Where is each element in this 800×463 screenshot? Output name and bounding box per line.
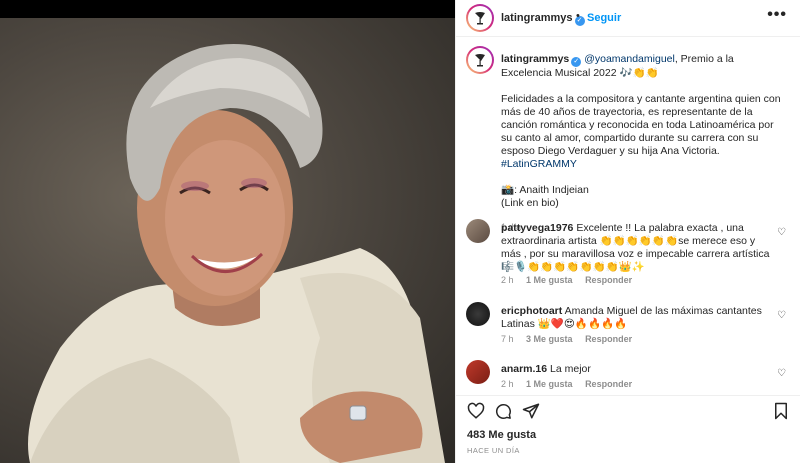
- header-username-text[interactable]: latingrammys: [501, 12, 573, 24]
- comment-like-heart-icon[interactable]: ♡: [777, 227, 786, 238]
- header-separator: •: [576, 10, 580, 22]
- post-age[interactable]: HACE UN DÍA: [467, 446, 520, 455]
- gramophone-icon: [475, 54, 485, 67]
- caption-text: latingrammys ✓ @yoamandamiguel, Premio a …: [501, 53, 781, 234]
- comment-time[interactable]: 2 h: [501, 275, 514, 285]
- comment-meta: 2 h 1 Me gusta Responder: [501, 275, 642, 285]
- comment-username[interactable]: anarm.16: [501, 363, 547, 375]
- comment-body: La mejor: [550, 363, 591, 375]
- verified-badge-icon: ✓: [571, 57, 582, 67]
- more-options-button[interactable]: •••: [767, 6, 787, 24]
- comment-like-heart-icon[interactable]: ♡: [777, 368, 786, 379]
- post-photo[interactable]: [0, 0, 455, 463]
- post-side-panel: latingrammys ✓ • Seguir ••• latingrammys ✓…: [455, 0, 800, 463]
- reply-button[interactable]: Responder: [585, 379, 632, 389]
- commenter-avatar[interactable]: [466, 360, 490, 384]
- reply-button[interactable]: Responder: [585, 275, 632, 285]
- comment-icon[interactable]: [494, 402, 512, 420]
- action-bar: [456, 395, 800, 425]
- post-header: latingrammys ✓ • Seguir •••: [456, 0, 800, 37]
- comment-meta: 7 h 3 Me gusta Responder: [501, 334, 642, 344]
- gramophone-icon: [475, 12, 485, 25]
- caption-avatar[interactable]: [466, 46, 494, 74]
- share-icon[interactable]: [522, 402, 540, 420]
- follow-button[interactable]: Seguir: [587, 12, 621, 24]
- likes-count[interactable]: 483 Me gusta: [467, 429, 536, 441]
- comment-username[interactable]: pattyvega1976: [501, 222, 573, 234]
- portrait-image: [0, 18, 455, 463]
- comment-likes[interactable]: 1 Me gusta: [526, 275, 573, 285]
- comment-text: anarm.16 La mejor: [501, 363, 771, 376]
- comment-likes[interactable]: 1 Me gusta: [526, 379, 573, 389]
- photo-top-bar: [0, 0, 455, 18]
- reply-button[interactable]: Responder: [585, 334, 632, 344]
- header-username[interactable]: latingrammys ✓: [501, 12, 585, 26]
- comment-time[interactable]: 2 h: [501, 379, 514, 389]
- caption-credit: 📸: Anaith Indjeian: [501, 184, 589, 196]
- comment-text: pattyvega1976 Excelente !! La palabra ex…: [501, 222, 771, 274]
- comment-meta: 2 h 1 Me gusta Responder: [501, 379, 642, 389]
- commenter-avatar[interactable]: [466, 302, 490, 326]
- like-heart-icon[interactable]: [467, 402, 485, 420]
- comment-username[interactable]: ericphotoart: [501, 305, 562, 317]
- latingrammys-avatar[interactable]: [466, 4, 494, 32]
- save-bookmark-icon[interactable]: [772, 402, 790, 420]
- caption-body: Felicidades a la compositora y cantante …: [501, 93, 781, 157]
- caption-hashtag[interactable]: #LatinGRAMMY: [501, 158, 577, 170]
- commenter-avatar[interactable]: [466, 219, 490, 243]
- comment-like-heart-icon[interactable]: ♡: [777, 310, 786, 321]
- caption-link-note: (Link en bio): [501, 197, 559, 209]
- comment-time[interactable]: 7 h: [501, 334, 514, 344]
- caption-mention[interactable]: @yoamandamiguel: [584, 53, 675, 65]
- caption-username[interactable]: latingrammys: [501, 53, 569, 65]
- comment-text: ericphotoart Amanda Miguel de las máxima…: [501, 305, 771, 331]
- comment-likes[interactable]: 3 Me gusta: [526, 334, 573, 344]
